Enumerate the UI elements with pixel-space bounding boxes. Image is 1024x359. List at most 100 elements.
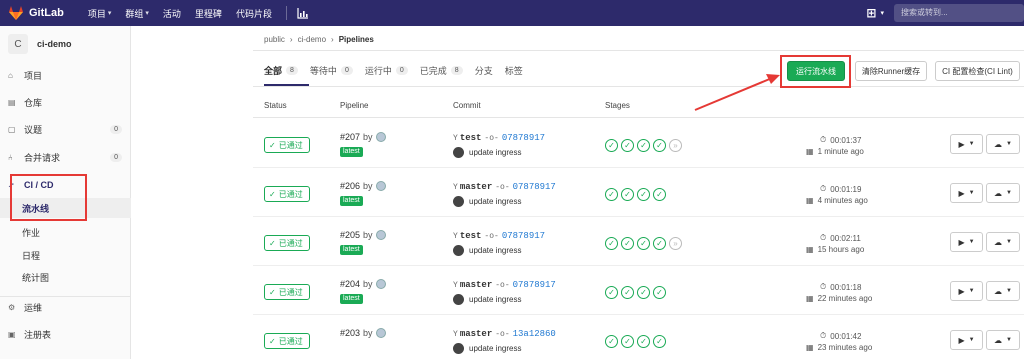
commit-sha-link[interactable]: 07878917: [502, 231, 545, 241]
commit-sha-link[interactable]: 07878917: [513, 280, 556, 290]
tab-all[interactable]: 全部 8: [264, 64, 298, 77]
sidebar-item-registry[interactable]: ▣ 注册表: [0, 323, 131, 345]
pipeline-id-link[interactable]: #203 by: [340, 328, 386, 338]
status-badge[interactable]: ✓ 已通过: [264, 284, 310, 300]
stage-skipped-icon[interactable]: »: [669, 139, 682, 152]
manual-actions-button[interactable]: ▶ ▼: [950, 330, 983, 350]
pipeline-id[interactable]: #206: [340, 181, 360, 191]
sidebar-item-jobs[interactable]: 作业: [0, 222, 131, 242]
stage-passed-icon[interactable]: ✓: [653, 237, 666, 250]
commit-author-avatar[interactable]: [453, 196, 464, 207]
nav-projects[interactable]: 项目 ▾: [88, 7, 112, 20]
commit-author-avatar[interactable]: [453, 245, 464, 256]
stage-passed-icon[interactable]: ✓: [653, 188, 666, 201]
commit-title-link[interactable]: update ingress: [469, 295, 521, 304]
pipeline-id[interactable]: #203: [340, 328, 360, 338]
pipeline-id[interactable]: #205: [340, 230, 360, 240]
stage-passed-icon[interactable]: ✓: [605, 237, 618, 250]
download-artifacts-button[interactable]: ☁ ▼: [986, 281, 1020, 301]
branch-name-link[interactable]: test: [460, 231, 482, 241]
user-avatar[interactable]: [375, 181, 386, 191]
pipeline-id[interactable]: #204: [340, 279, 360, 289]
breadcrumb-item[interactable]: public: [264, 35, 285, 44]
gitlab-logo[interactable]: GitLab: [8, 5, 64, 21]
download-artifacts-button[interactable]: ☁ ▼: [986, 183, 1020, 203]
chart-icon[interactable]: [297, 7, 309, 19]
commit-author-avatar[interactable]: [453, 343, 464, 354]
tab-pending[interactable]: 等待中 0: [310, 64, 353, 77]
stage-skipped-icon[interactable]: »: [669, 237, 682, 250]
download-artifacts-button[interactable]: ☁ ▼: [986, 330, 1020, 350]
user-avatar[interactable]: [375, 132, 386, 142]
sidebar-item-issues[interactable]: ▢ 议题 0: [0, 118, 131, 140]
tab-finished[interactable]: 已完成 8: [420, 64, 463, 77]
stage-passed-icon[interactable]: ✓: [621, 139, 634, 152]
plus-icon[interactable]: ⊞: [866, 6, 876, 20]
commit-title-link[interactable]: update ingress: [469, 246, 521, 255]
project-header[interactable]: C ci-demo: [0, 26, 130, 62]
stage-passed-icon[interactable]: ✓: [605, 335, 618, 348]
nav-groups[interactable]: 群组 ▾: [125, 7, 149, 20]
tab-branches[interactable]: 分支: [475, 64, 493, 77]
stage-passed-icon[interactable]: ✓: [637, 335, 650, 348]
branch-name-link[interactable]: test: [460, 133, 482, 143]
stage-passed-icon[interactable]: ✓: [653, 139, 666, 152]
stage-passed-icon[interactable]: ✓: [653, 335, 666, 348]
nav-milestones[interactable]: 里程碑: [195, 7, 222, 20]
sidebar-item-charts[interactable]: 统计图: [0, 267, 131, 287]
stage-passed-icon[interactable]: ✓: [637, 286, 650, 299]
stage-passed-icon[interactable]: ✓: [637, 237, 650, 250]
manual-actions-button[interactable]: ▶ ▼: [950, 232, 983, 252]
clear-runner-cache-button[interactable]: 清除Runner缓存: [855, 61, 927, 81]
sidebar-item-operations[interactable]: ⚙ 运维: [0, 296, 131, 318]
manual-actions-button[interactable]: ▶ ▼: [950, 183, 983, 203]
commit-sha-link[interactable]: 13a12860: [513, 329, 556, 339]
nav-activity[interactable]: 活动: [163, 7, 181, 20]
commit-sha-link[interactable]: 07878917: [502, 133, 545, 143]
user-avatar[interactable]: [375, 279, 386, 289]
chevron-down-icon[interactable]: ▾: [880, 9, 884, 17]
stage-passed-icon[interactable]: ✓: [637, 139, 650, 152]
commit-title-link[interactable]: update ingress: [469, 197, 521, 206]
status-badge[interactable]: ✓ 已通过: [264, 333, 310, 349]
branch-name-link[interactable]: master: [460, 182, 492, 192]
manual-actions-button[interactable]: ▶ ▼: [950, 134, 983, 154]
commit-sha-link[interactable]: 07878917: [513, 182, 556, 192]
sidebar-item-schedules[interactable]: 日程: [0, 245, 131, 265]
download-artifacts-button[interactable]: ☁ ▼: [986, 232, 1020, 252]
stage-passed-icon[interactable]: ✓: [621, 335, 634, 348]
stage-passed-icon[interactable]: ✓: [621, 286, 634, 299]
commit-author-avatar[interactable]: [453, 294, 464, 305]
tab-running[interactable]: 运行中 0: [365, 64, 408, 77]
pipeline-id-link[interactable]: #204 by: [340, 279, 386, 289]
sidebar-item-repository[interactable]: ▤ 仓库: [0, 91, 131, 113]
status-badge[interactable]: ✓ 已通过: [264, 235, 310, 251]
sidebar-item-project[interactable]: ⌂ 项目: [0, 64, 131, 86]
commit-title-link[interactable]: update ingress: [469, 344, 521, 353]
stage-passed-icon[interactable]: ✓: [653, 286, 666, 299]
sidebar-item-merge-requests[interactable]: ⑃ 合并请求 0: [0, 146, 131, 168]
status-badge[interactable]: ✓ 已通过: [264, 137, 310, 153]
stage-passed-icon[interactable]: ✓: [637, 188, 650, 201]
search-input[interactable]: 搜索或转到...: [894, 4, 1024, 22]
commit-author-avatar[interactable]: [453, 147, 464, 158]
branch-name-link[interactable]: master: [460, 280, 492, 290]
stage-passed-icon[interactable]: ✓: [621, 237, 634, 250]
status-badge[interactable]: ✓ 已通过: [264, 186, 310, 202]
branch-name-link[interactable]: master: [460, 329, 492, 339]
stage-passed-icon[interactable]: ✓: [605, 188, 618, 201]
pipeline-id[interactable]: #207: [340, 132, 360, 142]
commit-title-link[interactable]: update ingress: [469, 148, 521, 157]
stage-passed-icon[interactable]: ✓: [605, 286, 618, 299]
pipeline-id-link[interactable]: #207 by: [340, 132, 386, 142]
user-avatar[interactable]: [375, 230, 386, 240]
breadcrumb-item[interactable]: ci-demo: [298, 35, 326, 44]
tab-tags[interactable]: 标签: [505, 64, 523, 77]
user-avatar[interactable]: [375, 328, 386, 338]
pipeline-id-link[interactable]: #205 by: [340, 230, 386, 240]
stage-passed-icon[interactable]: ✓: [605, 139, 618, 152]
pipeline-id-link[interactable]: #206 by: [340, 181, 386, 191]
download-artifacts-button[interactable]: ☁ ▼: [986, 134, 1020, 154]
manual-actions-button[interactable]: ▶ ▼: [950, 281, 983, 301]
ci-lint-button[interactable]: CI 配置检查(CI Lint): [935, 61, 1020, 81]
